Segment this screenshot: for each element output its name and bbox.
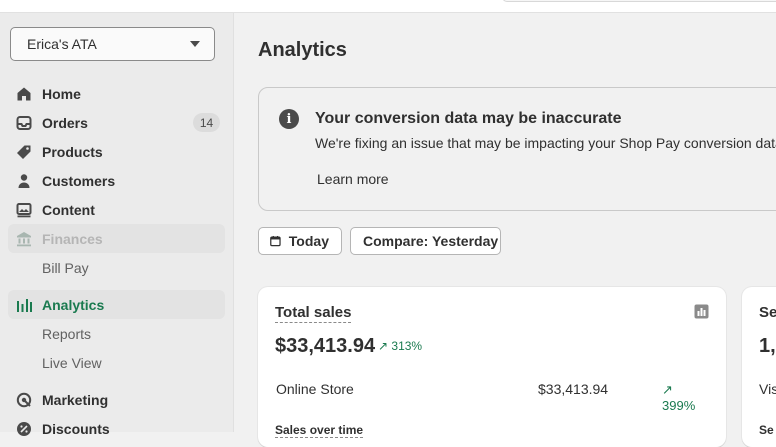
channel-delta: ↗ 399%: [662, 382, 702, 413]
bank-icon: [16, 231, 32, 247]
nav-label-analytics: Analytics: [42, 296, 105, 313]
nav-item-finances[interactable]: Finances: [8, 224, 225, 253]
total-sales-card: Total sales $33,413.94 ↗ 313% Online Sto…: [258, 287, 726, 447]
banner-title: Your conversion data may be inaccurate: [315, 110, 622, 127]
nav-item-bill-pay[interactable]: Bill Pay: [8, 253, 225, 282]
nav-label-live-view: Live View: [42, 354, 102, 371]
arrow-up-right-icon: ↗: [378, 339, 389, 353]
nav-label-content: Content: [42, 201, 95, 218]
inbox-icon: [16, 115, 32, 131]
second-metric-subtitle: Se: [759, 423, 774, 437]
person-icon: [16, 173, 32, 189]
nav-label-finances: Finances: [42, 230, 103, 247]
channel-value: $33,413.94: [538, 381, 609, 397]
sales-over-time-title[interactable]: Sales over time: [275, 423, 364, 438]
calendar-icon: [270, 235, 281, 247]
total-sales-delta-value: 313%: [391, 339, 423, 353]
second-metric-row: Vis: [759, 381, 776, 397]
search-bar[interactable]: [502, 0, 776, 2]
nav-item-home[interactable]: Home: [8, 79, 225, 108]
total-sales-value: $33,413.94: [275, 335, 376, 357]
nav-item-marketing[interactable]: Marketing: [8, 385, 225, 414]
nav-item-content[interactable]: Content: [8, 195, 225, 224]
store-name: Erica's ATA: [27, 36, 97, 52]
target-icon: [16, 392, 32, 408]
info-icon: i: [279, 109, 299, 129]
home-icon: [16, 86, 32, 102]
tag-icon: [16, 144, 32, 160]
date-range-button[interactable]: Today: [258, 227, 342, 255]
nav-label-home: Home: [42, 85, 81, 102]
main-nav: Home Orders 14 Products Customers Conten…: [0, 79, 233, 443]
main-content: Analytics i Your conversion data may be …: [234, 13, 776, 447]
page-title: Analytics: [258, 39, 347, 61]
banner-text: We're fixing an issue that may be impact…: [315, 135, 776, 151]
total-sales-title[interactable]: Total sales: [275, 304, 352, 323]
nav-item-discounts[interactable]: Discounts: [8, 414, 225, 443]
arrow-up-right-icon: ↗: [662, 382, 673, 397]
top-bar: [0, 0, 776, 13]
compare-button[interactable]: Compare: Yesterday: [350, 227, 501, 255]
nav-item-analytics[interactable]: Analytics: [8, 290, 225, 319]
nav-label-discounts: Discounts: [42, 420, 110, 437]
nav-label-reports: Reports: [42, 325, 92, 342]
nav-label-products: Products: [42, 143, 103, 160]
image-icon: [16, 202, 32, 218]
sidebar: Erica's ATA Home Orders 14 Products Cust…: [0, 13, 234, 437]
nav-label-customers: Customers: [42, 172, 116, 189]
second-metric-title[interactable]: Se: [759, 304, 776, 321]
store-selector[interactable]: Erica's ATA: [10, 27, 215, 61]
second-metric-value: 1,7: [759, 335, 776, 357]
chart-icon[interactable]: [694, 304, 709, 319]
conversion-warning-banner: i Your conversion data may be inaccurate…: [258, 87, 776, 211]
compare-label: Compare: Yesterday: [363, 233, 499, 249]
second-metric-card: Se 1,7 Vis Se: [742, 287, 776, 447]
discount-icon: [16, 421, 32, 437]
channel-label: Online Store: [276, 381, 354, 397]
nav-item-reports[interactable]: Reports: [8, 319, 225, 348]
nav-item-live-view[interactable]: Live View: [8, 348, 225, 377]
nav-item-products[interactable]: Products: [8, 137, 225, 166]
nav-label-orders: Orders: [42, 114, 88, 131]
nav-item-orders[interactable]: Orders 14: [8, 108, 225, 137]
nav-label-bill-pay: Bill Pay: [42, 259, 89, 276]
nav-item-customers[interactable]: Customers: [8, 166, 225, 195]
learn-more-link[interactable]: Learn more: [317, 171, 389, 187]
date-range-label: Today: [288, 233, 329, 249]
channel-delta-value: 399%: [662, 398, 696, 413]
total-sales-delta: ↗ 313%: [378, 339, 422, 353]
nav-label-marketing: Marketing: [42, 391, 109, 408]
orders-count-badge: 14: [193, 113, 220, 132]
chevron-down-icon: [190, 41, 200, 47]
bar-chart-icon: [16, 297, 32, 313]
